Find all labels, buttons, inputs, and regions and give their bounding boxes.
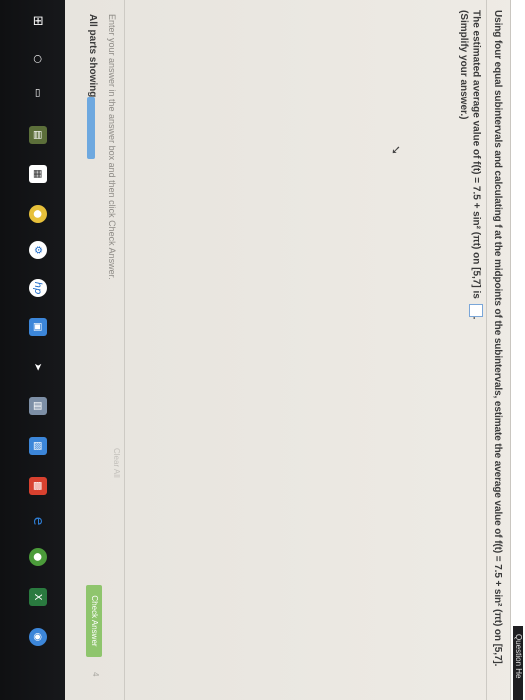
taskbar: ⊞ ○ ▭ ▤ ▦ ● ⚙ hp ▣ ➤ ▥ ▧ ▩ e ● X ◉: [0, 0, 65, 700]
photo-scene: Question He Using four equal subinterval…: [0, 0, 525, 700]
search-icon[interactable]: ○: [29, 50, 47, 68]
rotated-screen: Question He Using four equal subinterval…: [0, 0, 525, 700]
store-icon[interactable]: ▦: [29, 165, 47, 183]
top-toolbar: Question He: [510, 0, 525, 700]
question-divider: [486, 0, 487, 700]
answer-prefix: The estimated average value of f(t) = 7.…: [470, 10, 482, 299]
extra-icon[interactable]: ◉: [29, 628, 47, 646]
app-icon[interactable]: ▥: [29, 397, 47, 415]
instruction-text: Enter your answer in the answer box and …: [107, 14, 117, 280]
file-explorer-icon[interactable]: ▤: [29, 126, 47, 144]
hp-icon[interactable]: hp: [29, 279, 47, 297]
task-view-icon[interactable]: ▭: [29, 84, 47, 102]
answer-input-box[interactable]: [469, 303, 483, 317]
footer-divider: [124, 0, 125, 700]
photos-icon[interactable]: ▧: [29, 437, 47, 455]
question-text: Using four equal subintervals and calcul…: [492, 10, 503, 667]
simplify-note: (Simplify your answer.): [458, 10, 469, 120]
arrow-icon[interactable]: ➤: [29, 358, 47, 376]
check-answer-button[interactable]: Check Answer: [86, 585, 102, 657]
chrome-icon[interactable]: ●: [29, 205, 47, 223]
browser-screen: Question He Using four equal subinterval…: [0, 0, 525, 700]
edge-icon[interactable]: e: [29, 512, 47, 530]
settings-icon[interactable]: ⚙: [29, 241, 47, 259]
parts-progress-bar: [87, 97, 95, 159]
network-icon[interactable]: ▣: [29, 318, 47, 336]
answer-suffix: .: [470, 316, 482, 320]
question-help-button[interactable]: Question He: [513, 626, 523, 700]
chrome-icon-2[interactable]: ●: [29, 548, 47, 566]
office-icon[interactable]: ▩: [29, 477, 47, 495]
excel-icon[interactable]: X: [29, 588, 47, 606]
all-parts-label: All parts showing: [87, 14, 98, 98]
step-number: 4: [91, 672, 100, 677]
mouse-cursor-icon: ➘: [389, 145, 403, 156]
clear-all-button[interactable]: Clear All: [112, 448, 121, 478]
answer-line: The estimated average value of f(t) = 7.…: [469, 10, 483, 319]
question-area: Using four equal subintervals and calcul…: [492, 10, 503, 690]
start-icon[interactable]: ⊞: [29, 12, 47, 30]
